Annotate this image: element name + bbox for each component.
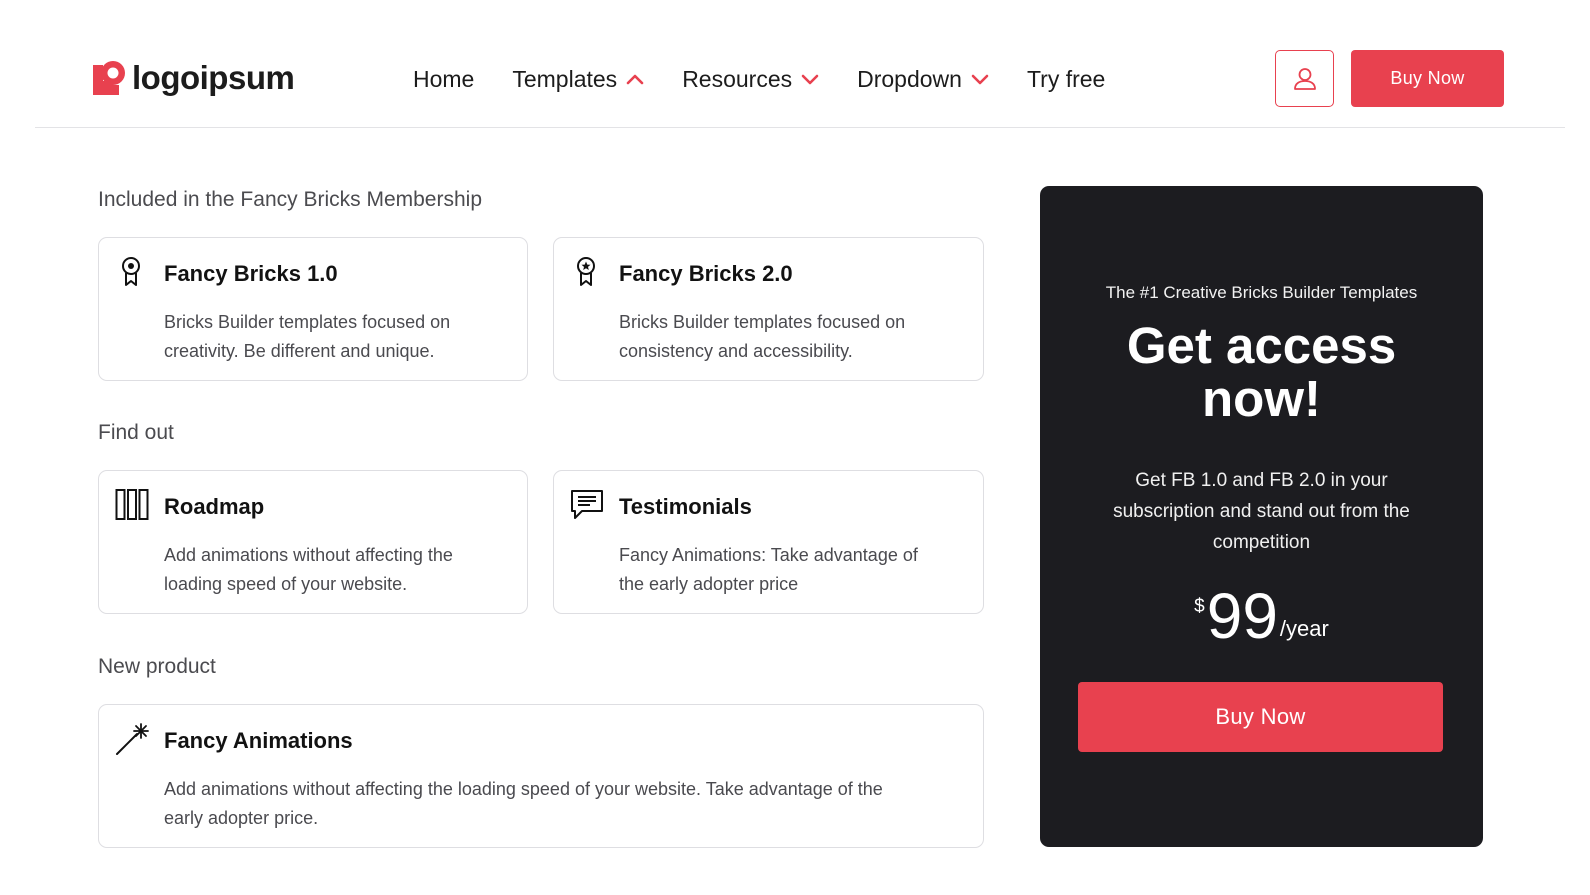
card-title: Roadmap bbox=[164, 494, 265, 519]
nav-item-label: Templates bbox=[512, 65, 618, 92]
price-currency: $ bbox=[1194, 596, 1205, 617]
card-desc-line: Bricks Builder templates focused on bbox=[619, 312, 906, 332]
card-desc-line: loading speed of your website. bbox=[164, 574, 408, 594]
award-ribbon-icon bbox=[122, 257, 140, 286]
account-button[interactable] bbox=[1275, 50, 1334, 107]
card-fancy-animations[interactable]: Fancy Animations Add animations without … bbox=[98, 704, 984, 848]
nav-item-label: Try free bbox=[1026, 65, 1106, 92]
promo-desc-line: subscription and stand out from the bbox=[1113, 501, 1410, 522]
card-desc-line: early adopter price. bbox=[164, 808, 319, 828]
card-desc-line: creativity. Be different and unique. bbox=[164, 341, 435, 361]
logo[interactable]: logoipsum bbox=[93, 58, 295, 96]
nav-item-home[interactable]: Home bbox=[413, 66, 474, 93]
nav-item-try-free[interactable]: Try free bbox=[1027, 66, 1105, 93]
chevron-up-icon bbox=[626, 74, 644, 85]
buy-now-button[interactable]: Buy Now bbox=[1351, 50, 1504, 107]
logo-text: logoipsum bbox=[132, 58, 295, 96]
card-title: Testimonials bbox=[619, 494, 752, 519]
nav-item-templates[interactable]: Templates bbox=[512, 66, 644, 93]
card-desc-line: Add animations without affecting the bbox=[164, 545, 453, 565]
nav-item-resources[interactable]: Resources bbox=[682, 66, 819, 93]
card-description: Fancy Animations: Take advantage of the … bbox=[619, 541, 918, 599]
message-icon bbox=[571, 490, 603, 519]
promo-description: Get FB 1.0 and FB 2.0 in your subscripti… bbox=[1080, 465, 1443, 558]
card-desc-line: Bricks Builder templates focused on bbox=[164, 312, 451, 332]
price-amount: 99 bbox=[1206, 580, 1278, 652]
card-desc-line: the early adopter price bbox=[619, 574, 799, 594]
nav-item-dropdown[interactable]: Dropdown bbox=[857, 66, 989, 93]
card-description: Bricks Builder templates focused on crea… bbox=[164, 308, 450, 366]
star-badge-icon bbox=[577, 257, 595, 286]
nav-item-label: Resources bbox=[682, 65, 793, 92]
main-nav: Home Templates Resources Dropdown Try fr… bbox=[413, 62, 1143, 96]
card-description: Bricks Builder templates focused on cons… bbox=[619, 308, 905, 366]
card-fancy-bricks-1[interactable]: Fancy Bricks 1.0 Bricks Builder template… bbox=[98, 237, 528, 381]
card-desc-line: Fancy Animations: Take advantage of bbox=[619, 545, 918, 565]
chevron-down-icon bbox=[971, 74, 989, 85]
chevron-down-icon bbox=[801, 74, 819, 85]
promo-heading-line: now! bbox=[1202, 370, 1321, 427]
card-roadmap[interactable]: Roadmap Add animations without affecting… bbox=[98, 470, 528, 614]
promo-heading: Get access now! bbox=[1080, 319, 1443, 425]
card-testimonials[interactable]: Testimonials Fancy Animations: Take adva… bbox=[553, 470, 984, 614]
price-period: /year bbox=[1279, 616, 1329, 641]
price: $ 99 /year bbox=[1040, 584, 1483, 648]
section-title-membership: Included in the Fancy Bricks Membership bbox=[98, 188, 482, 211]
section-title-new-product: New product bbox=[98, 655, 216, 678]
promo-heading-line: Get access bbox=[1126, 317, 1397, 374]
card-desc-line: Add animations without affecting the loa… bbox=[164, 779, 883, 799]
nav-item-label: Dropdown bbox=[857, 65, 962, 92]
card-title: Fancy Animations bbox=[164, 728, 353, 753]
card-desc-line: consistency and accessibility. bbox=[619, 341, 853, 361]
columns-icon bbox=[115, 489, 149, 520]
card-fancy-bricks-2[interactable]: Fancy Bricks 2.0 Bricks Builder template… bbox=[553, 237, 984, 381]
site-header: logoipsum Home Templates Resources Dropd… bbox=[35, 0, 1565, 128]
card-title: Fancy Bricks 2.0 bbox=[619, 261, 793, 286]
promo-desc-line: Get FB 1.0 and FB 2.0 in your bbox=[1135, 470, 1388, 491]
user-icon bbox=[1293, 67, 1316, 90]
card-description: Add animations without affecting the loa… bbox=[164, 775, 883, 833]
promo-kicker: The #1 Creative Bricks Builder Templates bbox=[1105, 283, 1418, 302]
card-description: Add animations without affecting the loa… bbox=[164, 541, 453, 599]
magic-wand-icon bbox=[116, 723, 149, 755]
promo-desc-line: competition bbox=[1212, 532, 1311, 553]
promo-buy-now-button[interactable]: Buy Now bbox=[1078, 682, 1443, 752]
nav-item-label: Home bbox=[413, 65, 475, 92]
section-title-find-out: Find out bbox=[98, 421, 174, 444]
card-title: Fancy Bricks 1.0 bbox=[164, 261, 338, 286]
promo-panel: The #1 Creative Bricks Builder Templates… bbox=[1040, 186, 1483, 847]
logo-mark-icon bbox=[93, 61, 125, 95]
